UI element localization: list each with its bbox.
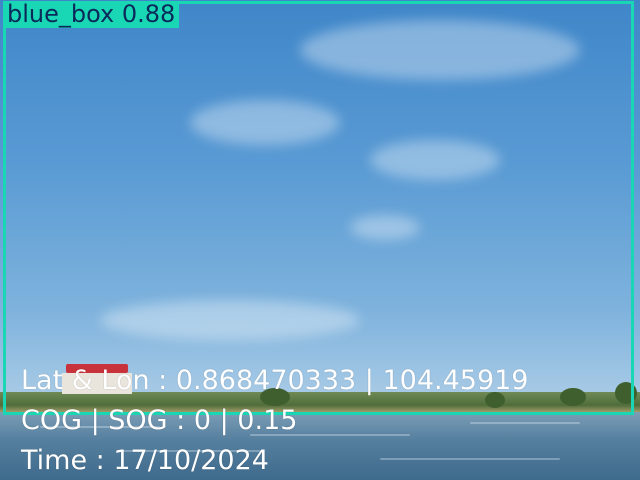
camera-frame: blue_box 0.88 Lat & Lon : 0.868470333 | …	[0, 0, 640, 480]
latlon-readout: Lat & Lon : 0.868470333 | 104.45919	[21, 365, 529, 396]
time-readout: Time : 17/10/2024	[21, 445, 269, 476]
detection-bounding-box	[3, 1, 634, 415]
detection-label: blue_box 0.88	[3, 1, 180, 28]
cog-sog-readout: COG | SOG : 0 | 0.15	[21, 405, 298, 436]
